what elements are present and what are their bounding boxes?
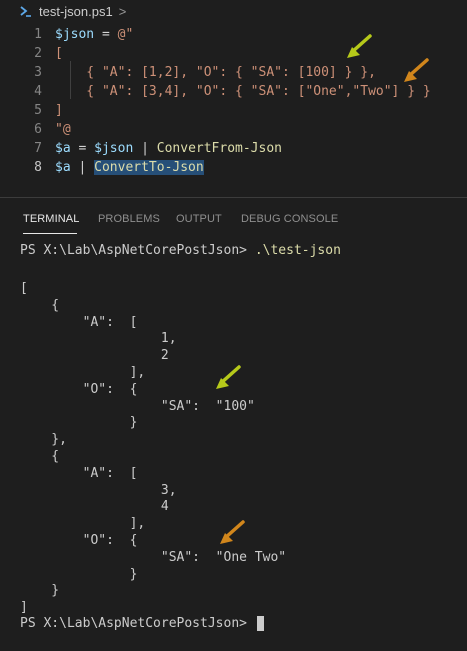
terminal-prompt-line: PS X:\Lab\AspNetCorePostJson> .\test-jso… [20, 242, 341, 260]
arrow-orange-terminal [220, 520, 245, 544]
terminal-output-line: { [20, 297, 60, 313]
terminal-output-line: "A": [ [20, 314, 138, 330]
terminal-output-line: { [20, 449, 60, 464]
terminal-output-line: "A": [ [20, 465, 138, 481]
terminal-output-line: 3, [20, 482, 177, 498]
arrow-green-editor [347, 34, 372, 58]
terminal-output-line: }, [20, 432, 67, 448]
terminal-output-line: 4 [20, 499, 169, 515]
terminal-output-line: ], [20, 365, 146, 380]
terminal-output-line: } [20, 415, 138, 431]
terminal-final-prompt: PS X:\Lab\AspNetCorePostJson> [20, 616, 255, 631]
terminal-output-line: "SA": "100" [20, 398, 255, 414]
terminal-output-line: ], [20, 516, 146, 532]
terminal-output-line: 1, [20, 331, 177, 347]
terminal-output-line: } [20, 566, 138, 582]
terminal-prompt: PS X:\Lab\AspNetCorePostJson> [20, 243, 255, 258]
arrow-green-terminal [216, 365, 241, 389]
terminal-command: .\test-json [254, 243, 341, 258]
terminal-output-line: "O": { [20, 381, 138, 397]
terminal-output-line: [ [20, 281, 28, 296]
terminal-output-line: 2 [20, 348, 169, 364]
terminal-cursor [256, 616, 264, 631]
terminal-output-line: "O": { [20, 533, 138, 548]
terminal-final-prompt-line: PS X:\Lab\AspNetCorePostJson> [20, 615, 264, 633]
terminal-output-line: "SA": "One Two" [20, 549, 287, 565]
terminal-output-line: } [20, 583, 60, 599]
arrow-orange-editor [404, 58, 429, 82]
terminal[interactable]: PS X:\Lab\AspNetCorePostJson> .\test-jso… [0, 0, 467, 651]
